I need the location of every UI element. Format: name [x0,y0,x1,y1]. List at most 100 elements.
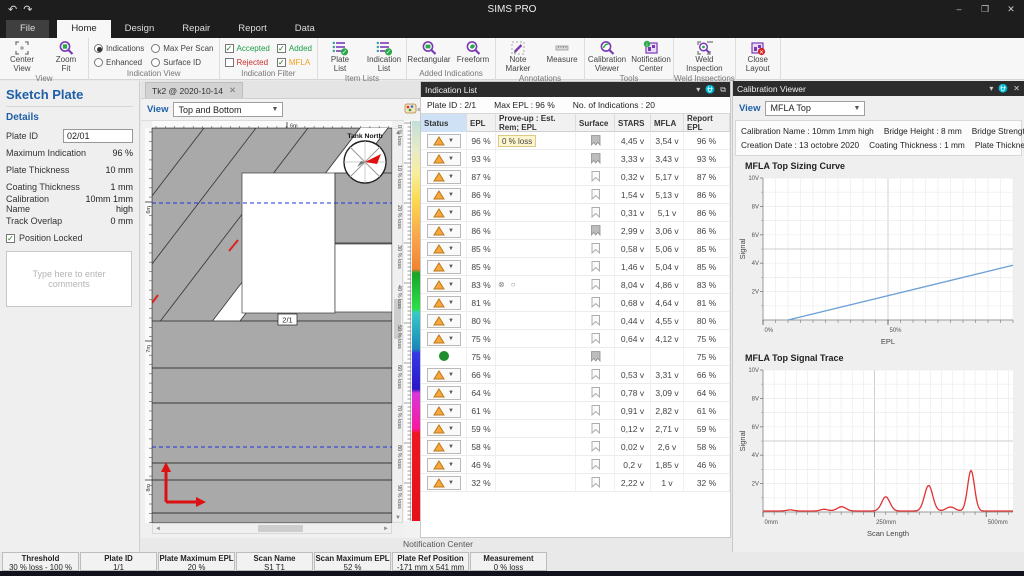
document-tab-close-icon[interactable]: ✕ [229,85,236,96]
view-mode-select[interactable]: Top and Bottom▼ [173,102,283,117]
indication-row[interactable]: ▼32 %2,22 v1 v32 % [421,474,730,492]
status-warning-button[interactable]: ▼ [427,188,461,202]
weld-inspection-button[interactable]: WeldInspection [682,39,726,74]
status-warning-button[interactable]: ▼ [427,386,461,400]
popout-icon[interactable]: ⧉ [720,85,726,95]
indication-row[interactable]: ▼86 %2,99 v3,06 v86 % [421,222,730,240]
column-header-surface[interactable]: Surface [576,114,615,132]
status-warning-button[interactable]: ▼ [427,224,461,238]
column-header-report-epl[interactable]: Report EPL [684,114,730,132]
redo-icon[interactable]: ↷ [23,3,32,16]
undo-icon[interactable]: ↶ [8,3,17,16]
close-layout-button[interactable]: ✕CloseLayout [736,39,780,74]
document-tab[interactable]: Tk2 @ 2020-10-14 ✕ [145,82,243,98]
indication-row[interactable]: ▼96 %0 % loss4,45 v3,54 v96 % [421,132,730,150]
checkbox-mfla[interactable]: ✓MFLA [277,58,312,67]
column-header-stars[interactable]: STARS [615,114,651,132]
calibration-viewer-button[interactable]: CalibrationViewer [585,39,629,74]
checkbox-icon[interactable]: ✓ [277,58,286,67]
status-warning-button[interactable]: ▼ [427,368,461,382]
status-warning-button[interactable]: ▼ [427,170,461,184]
status-warning-button[interactable]: ▼ [427,422,461,436]
status-warning-button[interactable]: ▼ [427,440,461,454]
pin-icon[interactable]: ⛎ [998,84,1008,93]
plate-sketch-canvas[interactable]: 2/1 Tank North [152,128,392,523]
indication-row[interactable]: ▼93 %3,33 v3,43 v93 % [421,150,730,168]
indication-row[interactable]: ▼46 %0,2 v1,85 v46 % [421,456,730,474]
calibration-view-select[interactable]: MFLA Top▼ [765,101,865,116]
tab-file[interactable]: File [6,20,49,38]
center-view-button[interactable]: CenterView [0,39,44,74]
checkbox-added[interactable]: ✓Added [277,44,312,53]
indication-row[interactable]: ▼59 %0,12 v2,71 v59 % [421,420,730,438]
column-header-mfla[interactable]: MFLA [651,114,684,132]
freeform-button[interactable]: Freeform [451,39,495,65]
indication-row[interactable]: ▼87 %0,32 v5,17 v87 % [421,168,730,186]
checkbox-accepted[interactable]: ✓Accepted [225,44,270,53]
indication-row[interactable]: ▼66 %0,53 v3,31 v66 % [421,366,730,384]
tab-report[interactable]: Report [224,20,281,38]
tab-design[interactable]: Design [111,20,169,38]
status-warning-button[interactable]: ▼ [427,134,461,148]
checkbox-icon[interactable]: ✓ [225,44,234,53]
note-marker-button[interactable]: NoteMarker [496,39,540,74]
checkbox-rejected[interactable]: Rejected [225,58,270,67]
horizontal-scrollbar[interactable]: ◄ ► [152,523,392,534]
status-warning-button[interactable]: ▼ [427,296,461,310]
indication-row[interactable]: ▼86 %1,54 v5,13 v86 % [421,186,730,204]
status-warning-button[interactable]: ▼ [427,278,461,292]
status-warning-button[interactable]: ▼ [427,152,461,166]
radio-max-per-scan[interactable]: Max Per Scan [151,44,213,53]
position-locked-checkbox[interactable]: ✓ [6,234,15,243]
indication-row[interactable]: ▼83 %⊗○8,04 v4,86 v83 % [421,276,730,294]
measure-button[interactable]: Measure [540,39,584,65]
checkbox-icon[interactable] [225,58,234,67]
tab-data[interactable]: Data [281,20,329,38]
radio-icon[interactable] [94,44,103,53]
close-panel-icon[interactable]: ✕ [1013,84,1020,93]
notification-center-bar[interactable]: Notification Center [141,538,731,552]
indication-row[interactable]: ▼81 %0,68 v4,64 v81 % [421,294,730,312]
radio-indications[interactable]: Indications [94,44,144,53]
tab-home[interactable]: Home [57,20,110,38]
radio-icon[interactable] [151,58,160,67]
status-warning-button[interactable]: ▼ [427,332,461,346]
tab-repair[interactable]: Repair [168,20,224,38]
palette-icon[interactable]: ≡ [404,101,420,117]
status-warning-button[interactable]: ▼ [427,476,461,490]
pin-icon[interactable]: ⛎ [705,85,715,94]
indication-row[interactable]: ▼80 %0,44 v4,55 v80 % [421,312,730,330]
status-warning-button[interactable]: ▼ [427,404,461,418]
notification-center-button[interactable]: iNotificationCenter [629,39,673,74]
indication-row[interactable]: 75 %75 % [421,348,730,366]
checkbox-icon[interactable]: ✓ [277,44,286,53]
status-warning-button[interactable]: ▼ [427,458,461,472]
indication-row[interactable]: ▼75 %0,64 v4,12 v75 % [421,330,730,348]
plate-id-input[interactable] [63,129,133,143]
indication-list-button[interactable]: ✓IndicationList [362,39,406,74]
close-button[interactable]: ✕ [998,0,1024,18]
indication-row[interactable]: ▼64 %0,78 v3,09 v64 % [421,384,730,402]
indication-row[interactable]: ▼86 %0,31 v5,1 v86 % [421,204,730,222]
indication-row[interactable]: ▼61 %0,91 v2,82 v61 % [421,402,730,420]
indication-row[interactable]: ▼85 %0,58 v5,06 v85 % [421,240,730,258]
radio-icon[interactable] [94,58,103,67]
indication-row[interactable]: ▼85 %1,46 v5,04 v85 % [421,258,730,276]
panel-menu-icon[interactable]: ▾ [989,84,993,93]
comments-input[interactable]: Type here to enter comments [6,251,132,307]
radio-surface-id[interactable]: Surface ID [151,58,213,67]
column-header-status[interactable]: Status [421,114,467,132]
zoom-fit-button[interactable]: ZoomFit [44,39,88,74]
status-warning-button[interactable]: ▼ [427,206,461,220]
radio-enhanced[interactable]: Enhanced [94,58,144,67]
maximize-button[interactable]: ❐ [972,0,998,18]
radio-icon[interactable] [151,44,160,53]
indication-row[interactable]: ▼58 %0,02 v2,6 v58 % [421,438,730,456]
status-warning-button[interactable]: ▼ [427,260,461,274]
rectangular-button[interactable]: Rectangular [407,39,451,65]
status-warning-button[interactable]: ▼ [427,242,461,256]
panel-menu-icon[interactable]: ▾ [696,85,700,94]
minimize-button[interactable]: – [946,0,972,18]
plate-list-button[interactable]: ✓PlateList [318,39,362,74]
column-header-epl[interactable]: EPL [467,114,496,132]
